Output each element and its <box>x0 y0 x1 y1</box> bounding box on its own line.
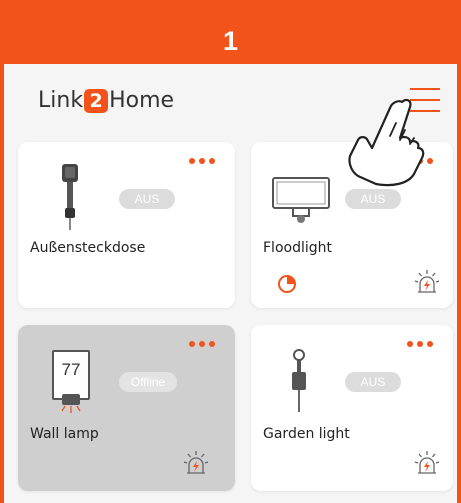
more-options-icon[interactable] <box>407 341 433 347</box>
outdoor-socket-icon <box>62 164 78 230</box>
device-name: Garden light <box>263 426 350 442</box>
step-number-banner: 1 <box>0 0 461 64</box>
motion-sensor-icon[interactable] <box>413 449 441 477</box>
status-badge: AUS <box>345 189 401 209</box>
device-card-wall-lamp[interactable]: 77 Offline Wall lamp <box>18 325 235 491</box>
status-badge: Offline <box>119 372 177 392</box>
status-badge: AUS <box>345 372 401 392</box>
floodlight-icon <box>272 177 330 223</box>
tap-hand-icon <box>348 98 425 187</box>
motion-sensor-icon[interactable] <box>413 268 441 296</box>
device-card-garden-light[interactable]: AUS Garden light <box>251 325 453 491</box>
device-card-aussensteckdose[interactable]: AUS Außensteckdose <box>18 142 235 308</box>
wall-lamp-icon: 77 <box>52 350 90 416</box>
link2home-logo: Link 2 Home <box>38 88 175 113</box>
garden-light-icon <box>292 349 306 412</box>
timer-pie-icon[interactable] <box>277 274 297 294</box>
device-name: Wall lamp <box>30 426 99 442</box>
step-number: 1 <box>222 26 239 56</box>
wall-lamp-display-value: 77 <box>61 360 81 379</box>
motion-sensor-icon[interactable] <box>182 449 210 477</box>
device-name: Floodlight <box>263 240 332 256</box>
status-badge: AUS <box>119 189 175 209</box>
device-name: Außensteckdose <box>30 240 146 256</box>
more-options-icon[interactable] <box>189 158 215 164</box>
more-options-icon[interactable] <box>189 341 215 347</box>
